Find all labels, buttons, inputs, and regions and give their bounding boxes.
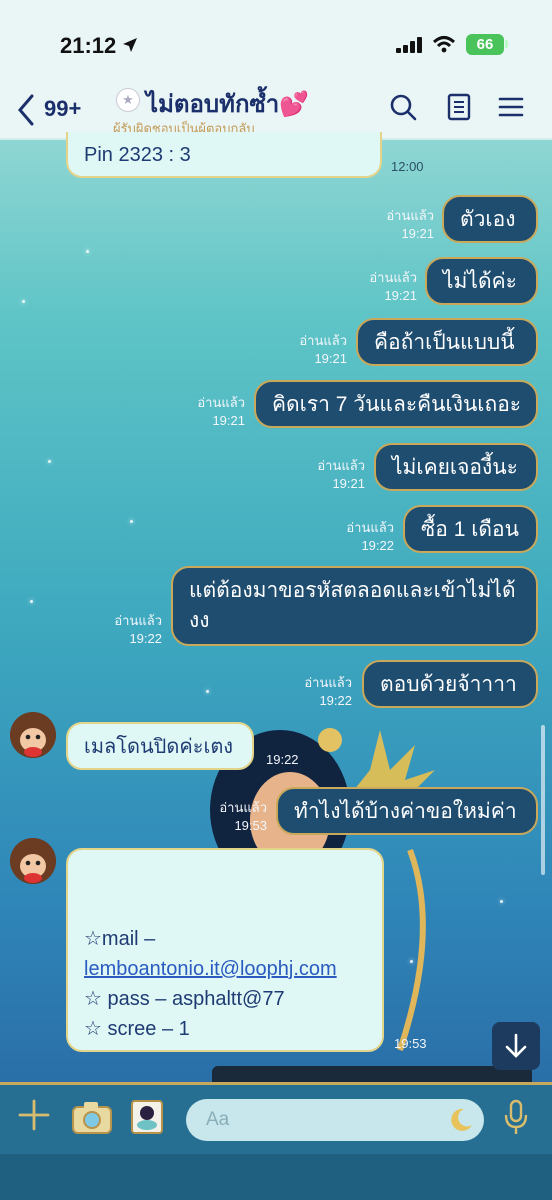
plus-icon[interactable] [18,1099,50,1131]
camera-icon[interactable] [70,1101,114,1135]
mail-label: ☆mail – [84,928,156,950]
message-bubble-sent[interactable]: ทำไงได้บ้างค่าขอใหม่ค่า [276,787,538,835]
gallery-icon[interactable] [130,1099,164,1135]
message-text: ตัวเอง [460,208,516,231]
message-text: คือถ้าเป็นแบบนี้ [374,331,515,354]
sparkle [206,690,209,693]
message-text: ตอบด้วยจ้าาาา [380,673,517,696]
message-text: คิดเรา 7 วันและคืนเงินเถอะ [272,393,522,416]
read-receipt: อ่านแล้ว 19:21 [299,333,347,366]
scroll-down-button[interactable] [492,1022,540,1070]
message-bubble-sent[interactable]: คือถ้าเป็นแบบนี้ [356,318,538,366]
message-bubble-received[interactable]: ☆mail – lemboantonio.it@loophj.com ☆ pas… [66,848,384,1052]
sparkle [130,520,133,523]
read-receipt: อ่านแล้ว 19:22 [346,520,394,553]
star-icon: ★ [122,92,134,107]
message-bubble-sent[interactable]: ซื้อ 1 เดือน [403,505,538,553]
read-receipt: อ่านแล้ว 19:53 [219,800,267,833]
emoji-moon-icon[interactable] [446,1105,476,1135]
group-avatar: ★ [116,88,140,112]
battery-indicator: 66 [466,34,504,55]
contact-avatar[interactable] [10,712,56,758]
message-bubble-sent[interactable]: ไม่เคยเจองี้นะ [374,443,538,491]
back-chevron-icon[interactable] [16,92,38,128]
monkey-face-icon [10,712,56,758]
cellular-signal-icon [396,37,422,53]
mail-line: ☆mail – [84,924,366,954]
unread-count[interactable]: 99+ [44,96,81,122]
message-bubble-received[interactable]: Pin ‫3 : 2323 [66,132,382,178]
screen-line: ☆ scree – 1 [84,1018,190,1040]
status-bar: 21:12 66 [0,0,552,88]
sparkle [22,300,25,303]
read-receipt: อ่านแล้ว 19:21 [386,208,434,241]
message-text-line: งง [189,609,210,632]
arrow-down-icon [505,1033,527,1058]
menu-icon[interactable] [496,92,526,122]
clock: 21:12 [60,33,117,58]
message-text-line: แต่ต้องมาขอรหัสตลอดและเข้าไม่ได้ [189,579,516,602]
message-input-placeholder: Aa [206,1109,230,1130]
message-bubble-sent[interactable]: ตัวเอง [442,195,538,243]
message-text: ทำไงได้บ้างค่าขอใหม่ค่า [294,800,517,823]
sparkle [86,250,89,253]
email-link[interactable]: lemboantonio.it@loophj.com [84,954,366,984]
message-text: เมลโดนปิดค่ะเตง [84,736,234,758]
message-bubble-sent[interactable]: แต่ต้องมาขอรหัสตลอดและเข้าไม่ได้ งง [171,566,538,646]
message-text: ซื้อ 1 เดือน [421,518,519,541]
read-receipt: อ่านแล้ว 19:22 [114,613,162,646]
monkey-face-icon [10,838,56,884]
chat-screen: 21:12 66 99+ ★ ไม่ตอบทักซ้ำ💕 ผู้รับผิดชอ… [0,0,552,1200]
search-icon[interactable] [388,92,418,122]
sparkle [500,900,503,903]
sparkle [30,600,33,603]
microphone-icon[interactable] [502,1099,530,1137]
battery-tip [505,40,508,48]
read-receipt: อ่านแล้ว 19:21 [197,395,245,428]
message-time: 12:00 [391,159,424,174]
message-bubble-received[interactable]: เมลโดนปิดค่ะเตง [66,722,254,770]
scrollbar[interactable] [541,725,545,875]
notes-icon[interactable] [444,92,474,122]
message-text: Pin ‫3 : 2323 [84,144,191,166]
message-bubble-sent[interactable]: คิดเรา 7 วันและคืนเงินเถอะ [254,380,538,428]
message-input[interactable]: Aa [186,1099,484,1141]
message-time: 19:53 [394,1036,427,1051]
message-bubble-sent[interactable]: ไม่ได้ค่ะ [425,257,538,305]
message-text: ไม่ได้ค่ะ [443,270,517,293]
read-receipt: อ่านแล้ว 19:22 [304,675,352,708]
message-text: ไม่เคยเจองี้นะ [392,456,518,479]
message-time: 19:22 [266,752,299,767]
location-arrow-icon [123,38,137,52]
sparkle [48,460,51,463]
read-receipt: อ่านแล้ว 19:21 [317,458,365,491]
message-bubble-sent[interactable]: ตอบด้วยจ้าาาา [362,660,538,708]
password-line: ☆ pass – asphaltt@77 [84,988,285,1010]
contact-avatar[interactable] [10,838,56,884]
home-indicator-area [0,1154,552,1200]
message-input-bar: Aa [0,1082,552,1157]
read-receipt: อ่านแล้ว 19:21 [369,270,417,303]
wifi-icon [432,36,456,53]
